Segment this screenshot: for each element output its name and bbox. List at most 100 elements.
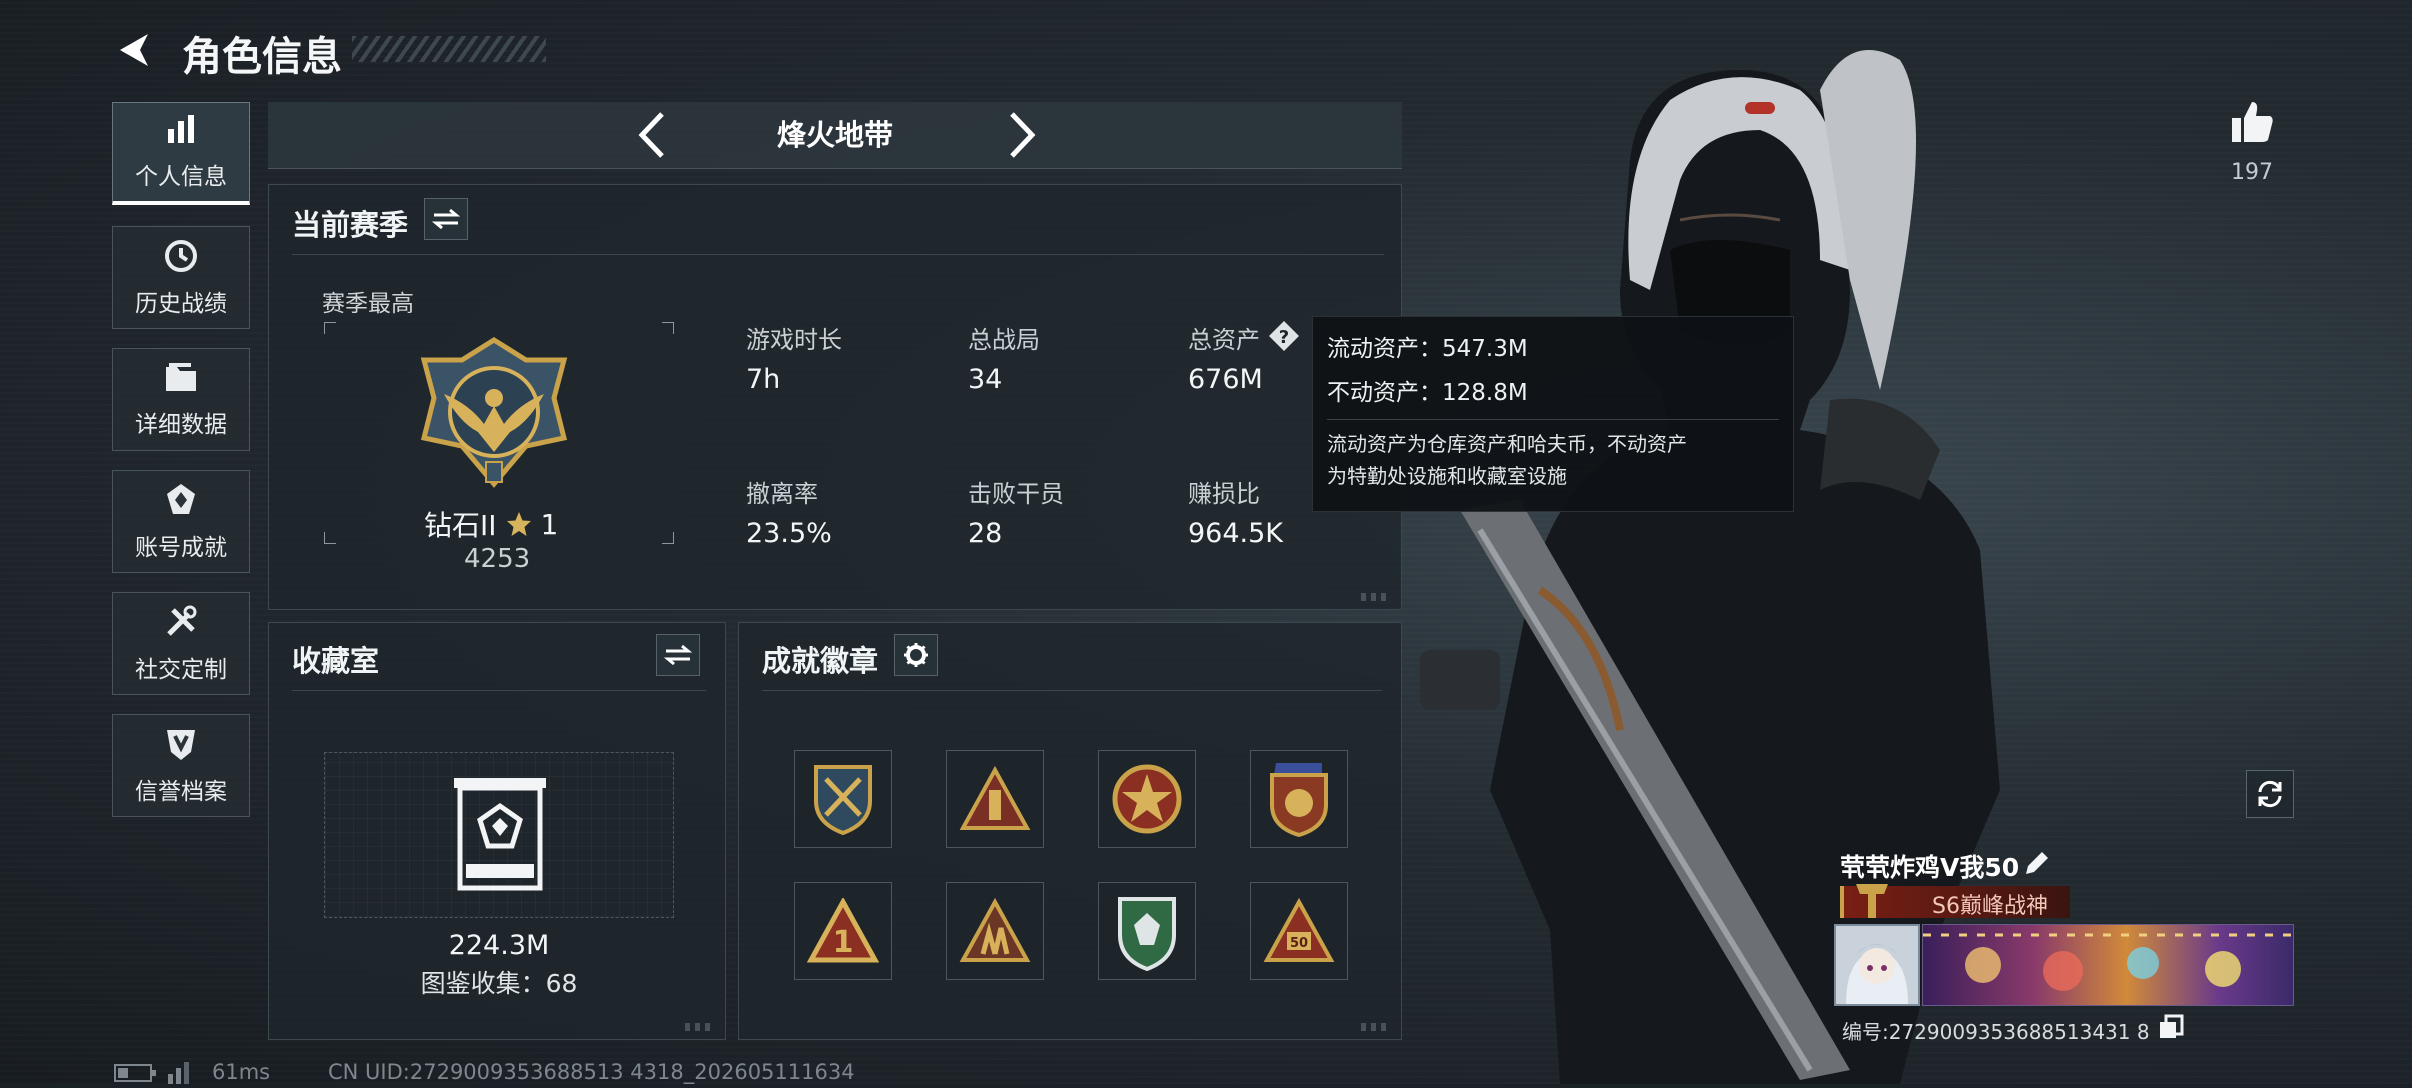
like-count: 197 bbox=[2231, 160, 2273, 185]
panel-corner-decor bbox=[685, 1023, 715, 1031]
rotate-character-button[interactable] bbox=[2246, 770, 2294, 818]
player-id: 编号:2729009353688513431 8 bbox=[1842, 1020, 2150, 1044]
rank-stars: 1 bbox=[540, 507, 559, 541]
triangle-soldiers-badge-icon bbox=[959, 898, 1031, 962]
sidebar-item-personal-info[interactable]: 个人信息 bbox=[112, 102, 250, 205]
stat-label-total-matches: 总战局 bbox=[968, 326, 1040, 354]
collection-vault-icon-wrap bbox=[450, 776, 550, 892]
folder-icon bbox=[166, 362, 196, 391]
tooltip-fixed-assets: 不动资产：128.8M bbox=[1327, 380, 1528, 406]
green-shield-badge-icon bbox=[1118, 897, 1176, 971]
stat-label-extraction-rate: 撤离率 bbox=[746, 480, 818, 508]
credit-shield-icon bbox=[167, 729, 195, 760]
eagle-rank-icon bbox=[420, 337, 568, 488]
ping-text: 61ms bbox=[212, 1060, 271, 1084]
achievement-badge-slot[interactable] bbox=[946, 882, 1044, 980]
collection-switch-button[interactable] bbox=[656, 634, 700, 676]
sidebar-item-detailed-data[interactable]: 详细数据 bbox=[112, 348, 250, 451]
collection-title: 收藏室 bbox=[292, 644, 380, 678]
rank-one-badge-icon: 1 bbox=[807, 898, 879, 963]
rank-points: 4253 bbox=[464, 544, 531, 574]
svg-text:?: ? bbox=[1279, 327, 1289, 348]
pencil-icon bbox=[2026, 852, 2048, 874]
sidebar-item-history[interactable]: 历史战绩 bbox=[112, 226, 250, 329]
current-season-title: 当前赛季 bbox=[292, 208, 409, 242]
banner-artwork bbox=[1923, 933, 2293, 991]
uid-text: CN UID:2729009353688513 4318_20260511163… bbox=[328, 1060, 855, 1084]
stat-label-operators-defeated: 击败干员 bbox=[968, 480, 1064, 508]
tools-icon bbox=[167, 605, 197, 636]
achievements-divider bbox=[762, 690, 1382, 691]
mode-next-button[interactable] bbox=[998, 108, 1046, 162]
achievement-badge-slot[interactable] bbox=[946, 750, 1044, 848]
shield-coin-badge-icon bbox=[1270, 763, 1328, 838]
achievement-badge-slot[interactable]: 1 bbox=[794, 882, 892, 980]
assets-tooltip: 流动资产：547.3M 不动资产：128.8M 流动资产为仓库资产和哈夫币，不动… bbox=[1312, 316, 1794, 512]
battery-icon-wrap bbox=[114, 1062, 158, 1084]
stat-label-profit-ratio: 赚损比 bbox=[1188, 480, 1260, 508]
sidebar-item-credit-file[interactable]: 信誉档案 bbox=[112, 714, 250, 817]
mode-name: 烽火地带 bbox=[776, 118, 893, 152]
copy-icon bbox=[2160, 1014, 2184, 1038]
sidebar-item-social-custom[interactable]: 社交定制 bbox=[112, 592, 250, 695]
star-medal-badge-icon bbox=[1112, 764, 1182, 834]
edit-name-button[interactable] bbox=[2022, 848, 2052, 878]
signal-strength-icon bbox=[168, 1062, 189, 1084]
achievement-badge-slot[interactable] bbox=[794, 750, 892, 848]
sidebar-item-label: 社交定制 bbox=[135, 656, 227, 683]
sidebar-item-label: 个人信息 bbox=[135, 164, 227, 190]
question-diamond-icon: ? bbox=[1269, 321, 1299, 351]
sidebar-item-label: 历史战绩 bbox=[135, 290, 227, 317]
clock-history-icon bbox=[165, 239, 197, 272]
tooltip-divider bbox=[1327, 419, 1779, 420]
title-stripes bbox=[352, 36, 546, 62]
season-divider bbox=[292, 254, 1384, 255]
vault-icon bbox=[454, 778, 546, 891]
achievement-badge-slot[interactable] bbox=[1098, 750, 1196, 848]
chevron-left-icon bbox=[638, 112, 664, 158]
achievement-badge-slot[interactable] bbox=[1250, 750, 1348, 848]
assets-help-button[interactable]: ? bbox=[1268, 320, 1300, 352]
swap-arrows-icon bbox=[432, 208, 460, 230]
achievement-badge-slot[interactable]: 50 bbox=[1250, 882, 1348, 980]
triangle-tower-badge-icon bbox=[959, 766, 1031, 830]
back-arrow-icon bbox=[120, 34, 148, 66]
sidebar-item-achievements[interactable]: 账号成就 bbox=[112, 470, 250, 573]
player-avatar[interactable] bbox=[1834, 924, 1920, 1006]
like-button[interactable] bbox=[2228, 98, 2276, 146]
swap-arrows-icon bbox=[664, 644, 692, 666]
stat-value-total-assets: 676M bbox=[1188, 364, 1263, 395]
collection-value: 224.3M bbox=[448, 930, 550, 961]
svg-text:50: 50 bbox=[1290, 936, 1308, 951]
back-button[interactable] bbox=[110, 26, 158, 74]
player-title-emblem bbox=[1852, 880, 1892, 922]
bar-chart-icon bbox=[168, 115, 194, 143]
signal-icon-wrap bbox=[166, 1058, 196, 1084]
peak-title-icon bbox=[1856, 884, 1888, 918]
collection-catalog-count: 图鉴收集：68 bbox=[420, 969, 578, 998]
mode-prev-button[interactable] bbox=[628, 108, 676, 162]
diamond-rank-emblem bbox=[414, 334, 574, 494]
battery-icon bbox=[114, 1064, 156, 1082]
season-best-label: 赛季最高 bbox=[322, 291, 414, 317]
svg-text:1: 1 bbox=[833, 925, 854, 960]
copy-id-button[interactable] bbox=[2158, 1014, 2184, 1040]
achievements-settings-button[interactable] bbox=[894, 634, 938, 676]
player-name: 茕茕炸鸡V我50 bbox=[1840, 853, 2020, 882]
gear-icon bbox=[904, 643, 928, 667]
crossed-swords-badge-icon bbox=[814, 765, 872, 836]
tooltip-note-line2: 为特勤处设施和收藏室设施 bbox=[1327, 464, 1567, 488]
achievement-badge-slot[interactable] bbox=[1098, 882, 1196, 980]
stat-value-extraction-rate: 23.5% bbox=[746, 518, 832, 549]
star-icon bbox=[506, 512, 531, 536]
season-switch-button[interactable] bbox=[424, 198, 468, 240]
collection-divider bbox=[292, 690, 706, 691]
player-banner-card[interactable] bbox=[1922, 924, 2294, 1006]
rank-name-row: 钻石II 1 bbox=[424, 504, 558, 544]
tooltip-note-line1: 流动资产为仓库资产和哈夫币，不动资产 bbox=[1327, 432, 1687, 456]
rotate-icon bbox=[2258, 780, 2282, 808]
stat-value-playtime: 7h bbox=[746, 364, 781, 395]
stat-value-operators-defeated: 28 bbox=[968, 518, 1003, 549]
fifty-triangle-badge-icon: 50 bbox=[1263, 898, 1335, 962]
sidebar-item-label: 账号成就 bbox=[135, 534, 227, 561]
